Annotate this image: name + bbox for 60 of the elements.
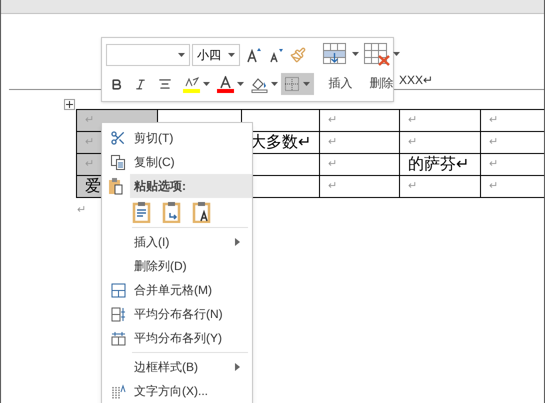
table-cell-text: ↵ (489, 179, 498, 194)
table-cell: 的萨芬↵ (408, 156, 469, 172)
distribute-columns-icon (110, 330, 126, 346)
menu-item[interactable]: 合并单元格(M) (134, 281, 212, 299)
caret-icon[interactable] (393, 52, 400, 56)
caret-icon[interactable] (203, 82, 210, 86)
menu-item[interactable]: 平均分布各列(Y) (134, 329, 222, 347)
paste-options-header: 粘贴选项: (130, 174, 252, 198)
copy-icon (110, 154, 126, 170)
borders-button[interactable] (281, 73, 314, 95)
table-cell-text: ↵ (489, 157, 498, 172)
bold-icon[interactable] (110, 78, 123, 90)
font-color-icon[interactable] (217, 76, 234, 92)
menu-item[interactable]: 剪切(T) (134, 129, 174, 147)
highlight-icon[interactable] (183, 76, 200, 92)
table-cell-text: ↵ (408, 113, 417, 128)
table-cell-text: ↵ (328, 179, 337, 194)
table-cell-text: ↵ (489, 135, 498, 150)
grow-font-icon[interactable] (246, 47, 262, 63)
borders-icon (285, 77, 299, 91)
delete-button[interactable]: 删除 (370, 74, 394, 92)
shading-icon[interactable] (251, 76, 268, 92)
caret-icon[interactable] (271, 82, 278, 86)
table-cell-text: ↵ (489, 113, 498, 128)
menu-item[interactable]: 插入(I) (134, 233, 170, 251)
table-move-handle-icon[interactable] (64, 99, 75, 110)
table-cell-text: ↵ (85, 135, 94, 150)
table-cell-text: ↵ (408, 135, 417, 150)
submenu-arrow-icon (235, 238, 240, 246)
table-cell-text: ↵ (85, 113, 94, 128)
menu-item[interactable]: 复制(C) (134, 153, 175, 171)
shrink-font-icon[interactable] (268, 47, 284, 63)
menu-item[interactable]: 文字方向(X)... (134, 382, 208, 400)
caret-icon[interactable] (228, 53, 235, 57)
table-cell-text: ↵ (328, 113, 337, 128)
table-cell: 爱 (85, 178, 101, 194)
table-cell-text: ↵ (408, 179, 417, 194)
table-cell-text: ↵ (328, 135, 337, 150)
clipboard-icon (108, 177, 124, 195)
paste-option-icon[interactable] (192, 200, 212, 222)
caret-icon[interactable] (237, 82, 244, 86)
table-cell-text: ↵ (328, 157, 337, 172)
insert-button[interactable]: 插入 (328, 74, 352, 92)
paragraph-mark: ↵ (77, 203, 86, 218)
submenu-arrow-icon (235, 363, 240, 371)
caret-icon[interactable] (303, 82, 310, 86)
menu-item[interactable]: 边框样式(B) (134, 358, 198, 376)
font-size-dropdown[interactable]: 小四 (192, 44, 240, 66)
distribute-rows-icon (110, 306, 126, 322)
menu-item[interactable]: 平均分布各行(N) (134, 305, 223, 323)
text-direction-icon (110, 384, 126, 398)
menu-item[interactable]: 删除列(D) (134, 257, 187, 275)
italic-icon[interactable] (134, 78, 147, 90)
table-cell-text: ↵ (85, 157, 94, 172)
merge-cells-icon (110, 282, 126, 298)
caret-icon[interactable] (352, 52, 359, 56)
scissors-icon (110, 130, 126, 146)
center-align-icon[interactable] (158, 77, 172, 91)
heading-text: XXX↵ (399, 72, 434, 89)
caret-icon[interactable] (178, 53, 185, 57)
